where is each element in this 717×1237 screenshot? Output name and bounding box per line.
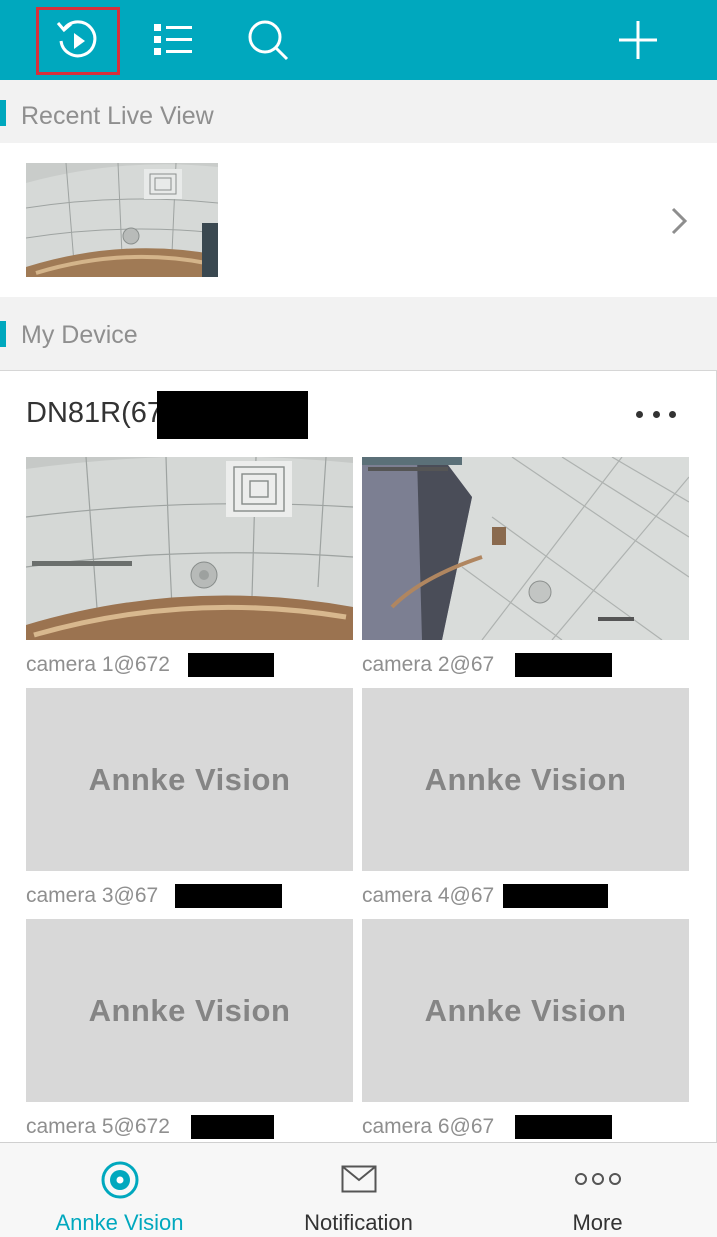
tab-annke-vision[interactable]: Annke Vision [0, 1143, 239, 1237]
recent-live-view-row[interactable] [0, 143, 717, 297]
camera-tile[interactable]: Annke Vision camera 3@67 [26, 688, 353, 908]
camera-tile[interactable]: Annke Vision camera 5@672 [26, 919, 353, 1139]
redaction-box [515, 1115, 612, 1139]
camera-tile[interactable]: camera 1@672 [26, 457, 353, 677]
camera-label: camera 1@672 [26, 653, 170, 676]
camera-thumbnail[interactable] [26, 457, 353, 640]
placeholder-text: Annke Vision [88, 992, 291, 1028]
device-more-button[interactable] [630, 399, 682, 429]
add-device-button[interactable] [608, 10, 668, 70]
my-device-header: My Device [0, 297, 717, 370]
camera-placeholder[interactable]: Annke Vision [26, 919, 353, 1102]
camera-placeholder[interactable]: Annke Vision [26, 688, 353, 871]
placeholder-text: Annke Vision [424, 992, 627, 1028]
tab-label: Notification [304, 1210, 413, 1235]
envelope-icon [341, 1165, 376, 1193]
redaction-box [515, 653, 612, 677]
camera-thumbnail[interactable] [362, 457, 689, 640]
more-dot [669, 410, 676, 418]
recent-live-thumbnail[interactable] [26, 163, 218, 277]
camera-tile[interactable]: Annke Vision camera 4@67 [362, 688, 689, 908]
camera-label: camera 6@67 [362, 1115, 495, 1138]
tab-notification[interactable]: Notification [239, 1143, 478, 1237]
more-dots-icon [574, 1173, 621, 1185]
tab-label: Annke Vision [55, 1210, 184, 1235]
device-name[interactable]: DN81R(67 [26, 397, 163, 430]
redaction-box [503, 884, 608, 908]
playback-icon [56, 20, 97, 58]
search-button[interactable] [238, 10, 298, 70]
playback-button[interactable] [36, 7, 120, 75]
section-title: My Device [21, 321, 138, 349]
bottom-tab-bar: Annke Vision Notification More [0, 1142, 717, 1237]
top-toolbar [0, 0, 717, 80]
plus-icon [619, 21, 657, 59]
camera-lens-icon [101, 1161, 138, 1199]
redaction-box [188, 653, 274, 677]
search-icon [248, 20, 289, 61]
more-dot [652, 410, 660, 418]
camera-tile[interactable]: camera 2@67 [362, 457, 689, 677]
redaction-box [157, 391, 308, 439]
camera-tile[interactable]: Annke Vision camera 6@67 [362, 919, 689, 1139]
camera-placeholder[interactable]: Annke Vision [362, 919, 689, 1102]
section-accent-bar [0, 100, 6, 126]
camera-label: camera 5@672 [26, 1115, 170, 1138]
chevron-right-icon[interactable] [664, 201, 694, 241]
redaction-box [191, 1115, 274, 1139]
recent-live-view-header: Recent Live View [0, 80, 717, 143]
more-dot [636, 410, 643, 418]
device-list-button[interactable] [143, 10, 203, 70]
redaction-box [175, 884, 282, 908]
section-accent-bar [0, 321, 6, 347]
placeholder-text: Annke Vision [88, 761, 291, 797]
placeholder-text: Annke Vision [424, 761, 627, 797]
camera-label: camera 2@67 [362, 653, 495, 676]
section-title: Recent Live View [21, 102, 214, 130]
list-icon [154, 24, 192, 55]
camera-label: camera 4@67 [362, 884, 495, 907]
device-card: DN81R(67 camera 1@672 camera 2@67 Annke … [0, 370, 717, 1142]
camera-placeholder[interactable]: Annke Vision [362, 688, 689, 871]
camera-label: camera 3@67 [26, 884, 159, 907]
tab-label: More [572, 1210, 623, 1235]
tab-more[interactable]: More [478, 1143, 717, 1237]
